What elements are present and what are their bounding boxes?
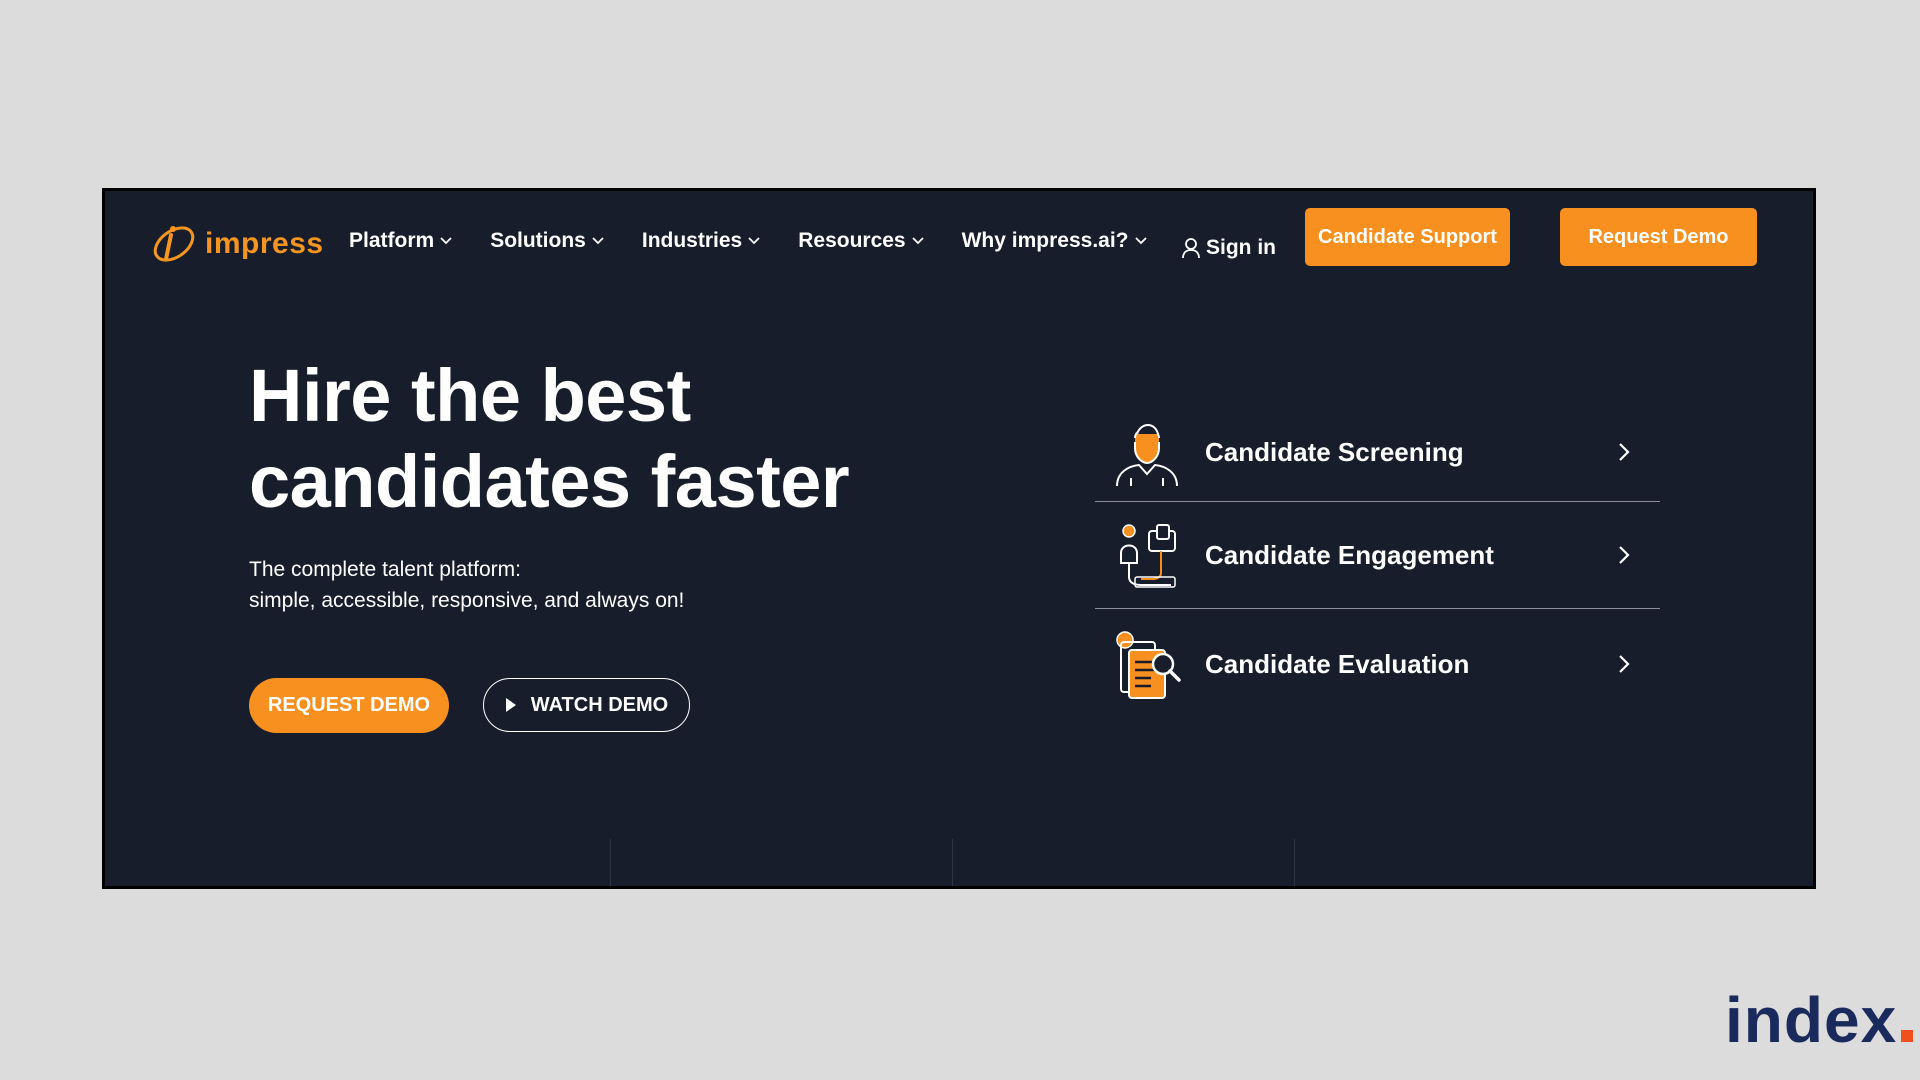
main-nav: Platform Solutions Industries Resources …	[349, 229, 1185, 253]
feature-evaluation-label: Candidate Evaluation	[1205, 648, 1470, 679]
screening-person-icon	[1116, 424, 1178, 487]
chevron-down-icon	[748, 237, 760, 245]
chevron-right-icon	[1619, 546, 1630, 564]
nav-why-impress-label: Why impress.ai?	[961, 229, 1129, 252]
engagement-chat-icon	[1120, 524, 1176, 588]
feature-candidate-engagement[interactable]: Candidate Engagement	[1095, 501, 1660, 608]
sign-in-link[interactable]: Sign in	[1181, 236, 1276, 260]
hero-title-line-2: candidates faster	[249, 440, 850, 523]
index-watermark-logo: index	[1725, 984, 1914, 1056]
impress-logo-icon	[153, 226, 195, 262]
nav-why-impress[interactable]: Why impress.ai?	[962, 229, 1147, 253]
chevron-right-icon	[1619, 443, 1630, 461]
feature-engagement-label: Candidate Engagement	[1205, 539, 1494, 570]
hero-watch-demo-button[interactable]: WATCH DEMO	[483, 678, 690, 732]
nav-industries[interactable]: Industries	[642, 229, 760, 253]
hero-title: Hire the best candidates faster	[249, 353, 1009, 525]
section-divider	[952, 839, 953, 886]
feature-list: Candidate Screening Candidate Engagement	[1095, 403, 1660, 719]
watch-demo-label: WATCH DEMO	[530, 693, 669, 716]
chevron-down-icon	[440, 237, 452, 245]
feature-screening-label: Candidate Screening	[1205, 436, 1464, 467]
chevron-down-icon	[1134, 237, 1147, 245]
nav-platform-label: Platform	[349, 229, 435, 252]
chevron-down-icon	[592, 237, 604, 245]
hero-subtitle: The complete talent platform: simple, ac…	[249, 554, 684, 616]
logo-text: impress	[205, 227, 324, 260]
play-icon	[505, 698, 516, 712]
impress-logo[interactable]: impress	[149, 221, 324, 267]
hero-request-demo-button[interactable]: REQUEST DEMO	[249, 678, 449, 733]
chevron-right-icon	[1619, 655, 1630, 673]
website-screenshot-frame: impress Platform Solutions Industries Re…	[102, 188, 1816, 889]
sign-in-label: Sign in	[1206, 236, 1276, 259]
request-demo-button[interactable]: Request Demo	[1560, 208, 1757, 266]
evaluation-document-icon	[1116, 631, 1181, 699]
hero-subtitle-line-2: simple, accessible, responsive, and alwa…	[249, 589, 685, 612]
user-icon	[1182, 238, 1200, 259]
watermark-dot	[1901, 1030, 1914, 1042]
section-divider	[610, 839, 611, 886]
nav-resources-label: Resources	[798, 229, 906, 252]
watermark-text: index	[1725, 984, 1898, 1056]
section-divider	[1294, 839, 1295, 886]
hero-subtitle-line-1: The complete talent platform:	[249, 558, 521, 581]
chevron-down-icon	[911, 237, 924, 245]
nav-solutions[interactable]: Solutions	[490, 229, 604, 253]
feature-candidate-screening[interactable]: Candidate Screening	[1095, 403, 1660, 501]
nav-resources[interactable]: Resources	[798, 229, 924, 253]
nav-industries-label: Industries	[641, 229, 743, 252]
hero-title-line-1: Hire the best	[249, 354, 691, 437]
candidate-support-button[interactable]: Candidate Support	[1305, 208, 1510, 266]
feature-candidate-evaluation[interactable]: Candidate Evaluation	[1095, 608, 1660, 719]
nav-platform[interactable]: Platform	[349, 229, 452, 253]
nav-solutions-label: Solutions	[490, 229, 586, 252]
